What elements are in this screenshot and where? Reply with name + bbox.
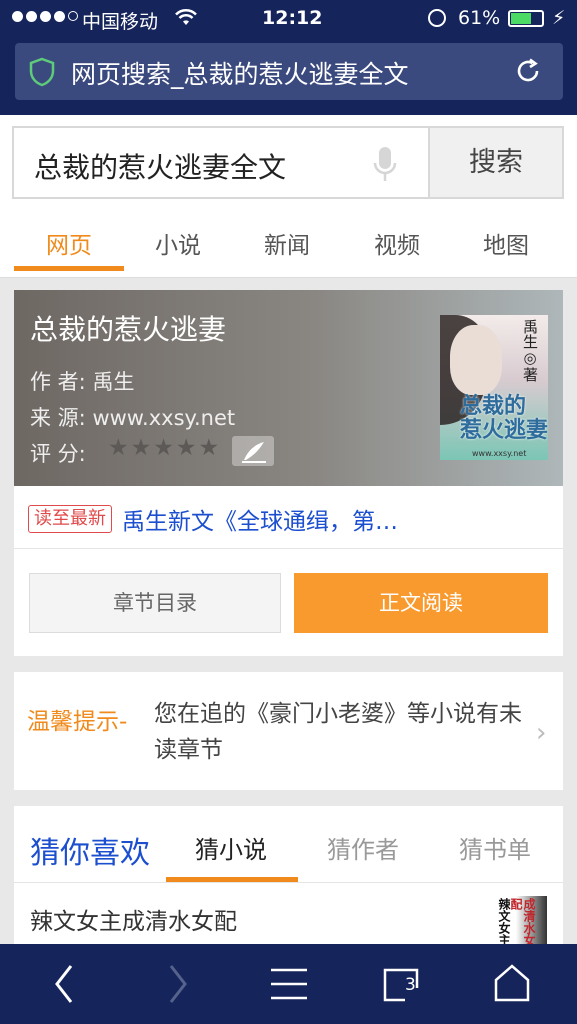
star-icon: ★ xyxy=(175,435,197,461)
tab-guess-author[interactable]: 猜作者 xyxy=(327,830,399,865)
author-value: 禹生 xyxy=(92,370,135,394)
author-label: 作 者: xyxy=(30,370,86,394)
active-tab-indicator xyxy=(166,877,298,882)
tab-guess-novel[interactable]: 猜小说 xyxy=(195,830,267,865)
forward-icon[interactable] xyxy=(137,944,217,1024)
novel-result-card: 总裁的惹火逃妻 作 者: 禹生 来 源: www.xxsy.net 评 分: ★… xyxy=(14,290,563,656)
cover-title: 总裁的 惹火逃妻 xyxy=(460,394,549,443)
shield-icon xyxy=(29,57,55,87)
tab-guess-booklist[interactable]: 猜书单 xyxy=(459,830,531,865)
rating-stars: ★ ★ ★ ★ ★ xyxy=(108,437,219,460)
latest-chapter-row[interactable]: 读至最新 禹生新文《全球通缉，第… xyxy=(28,502,398,536)
thumb-text-red: 成清水女配 xyxy=(509,898,536,946)
reminder-label: 温馨提示- xyxy=(27,709,128,735)
reminder-message: 您在追的《豪门小老婆》等小说有未读章节 xyxy=(154,701,522,763)
rotation-lock-icon xyxy=(428,9,446,27)
back-icon[interactable] xyxy=(25,944,105,1024)
search-button[interactable]: 搜索 xyxy=(430,126,564,199)
status-bar: 中国移动 12:12 61% ⚡ xyxy=(0,0,577,38)
carrier-name: 中国移动 xyxy=(82,11,159,33)
divider xyxy=(14,548,563,549)
signal-strength-icon xyxy=(12,11,78,22)
source-value: www.xxsy.net xyxy=(92,406,236,430)
tab-count: 3 xyxy=(405,975,416,995)
star-icon: ★ xyxy=(130,435,152,461)
active-tab-indicator xyxy=(14,266,124,271)
clock: 12:12 xyxy=(262,7,323,29)
wifi-icon xyxy=(175,9,197,25)
tab-video[interactable]: 视频 xyxy=(374,226,420,260)
search-area: 总裁的惹火逃妻全文 搜索 网页 小说 新闻 视频 地图 xyxy=(0,115,577,278)
reload-icon[interactable] xyxy=(513,56,543,86)
browser-top-bar: 中国移动 12:12 61% ⚡ 网页搜索_总裁的惹火逃妻全文 xyxy=(0,0,577,115)
cover-author: 禹生◎著 xyxy=(521,319,539,382)
home-icon[interactable] xyxy=(472,944,552,1024)
read-text-button[interactable]: 正文阅读 xyxy=(294,573,548,633)
table-of-contents-button[interactable]: 章节目录 xyxy=(29,573,281,633)
tab-map[interactable]: 地图 xyxy=(483,226,529,260)
battery-icon xyxy=(508,10,544,27)
recommendations-section: 猜你喜欢 猜小说 猜作者 猜书单 辣文女主成清水女配 辣文女主 成清水女配 xyxy=(14,806,563,946)
novel-cover-image[interactable]: 禹生◎著 总裁的 惹火逃妻 www.xxsy.net xyxy=(440,315,548,460)
section-heading: 猜你喜欢 xyxy=(30,836,150,871)
microphone-icon[interactable] xyxy=(372,145,398,185)
rating-label: 评 分: xyxy=(30,442,86,466)
menu-icon[interactable] xyxy=(249,944,329,1024)
feather-icon xyxy=(232,436,274,466)
tab-novel[interactable]: 小说 xyxy=(155,226,201,260)
search-input[interactable]: 总裁的惹火逃妻全文 xyxy=(12,126,430,199)
tab-news[interactable]: 新闻 xyxy=(264,226,310,260)
novel-title: 总裁的惹火逃妻 xyxy=(30,313,227,346)
tabs-icon[interactable] xyxy=(361,944,441,1024)
source-label: 来 源: xyxy=(30,406,86,430)
star-icon: ★ xyxy=(198,435,220,461)
reading-reminder[interactable]: 温馨提示- 您在追的《豪门小老婆》等小说有未读章节 › xyxy=(14,672,563,790)
latest-chapter-link[interactable]: 禹生新文《全球通缉，第… xyxy=(122,502,398,536)
star-icon: ★ xyxy=(108,435,129,461)
browser-toolbar: 3 xyxy=(0,944,577,1024)
list-item[interactable]: 辣文女主成清水女配 xyxy=(30,902,237,936)
page-title: 网页搜索_总裁的惹火逃妻全文 xyxy=(71,60,409,89)
book-thumbnail[interactable]: 辣文女主 成清水女配 xyxy=(495,896,547,946)
chevron-right-icon: › xyxy=(536,718,547,748)
source-row: 来 源: www.xxsy.net xyxy=(30,402,235,432)
author-row: 作 者: 禹生 xyxy=(30,366,134,396)
cover-url: www.xxsy.net xyxy=(472,449,527,458)
battery-percent: 61% xyxy=(458,7,501,29)
novel-header[interactable]: 总裁的惹火逃妻 作 者: 禹生 来 源: www.xxsy.net 评 分: ★… xyxy=(14,290,563,486)
latest-badge: 读至最新 xyxy=(28,505,112,533)
search-query: 总裁的惹火逃妻全文 xyxy=(34,151,287,184)
charging-icon: ⚡ xyxy=(552,7,566,29)
star-icon: ★ xyxy=(153,435,174,461)
tab-web[interactable]: 网页 xyxy=(46,226,92,260)
address-bar[interactable]: 网页搜索_总裁的惹火逃妻全文 xyxy=(15,43,563,100)
divider xyxy=(14,882,563,883)
